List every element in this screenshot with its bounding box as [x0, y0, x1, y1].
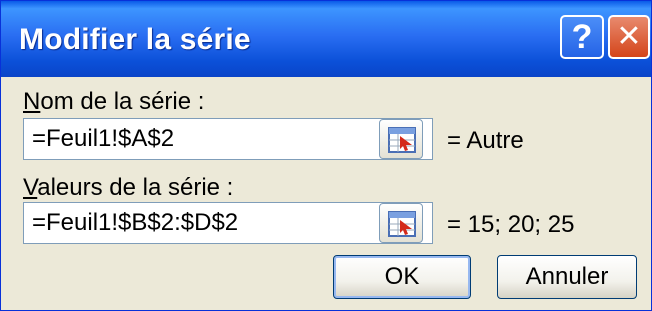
series-name-label-mnemonic: N: [23, 88, 41, 115]
collapse-dialog-icon: [388, 211, 416, 237]
help-button[interactable]: ?: [560, 15, 604, 59]
series-values-range-button[interactable]: [379, 203, 423, 243]
collapse-dialog-icon: [388, 127, 416, 153]
dialog-title: Modifier la série: [19, 23, 251, 56]
close-icon: ✕: [616, 20, 642, 53]
series-name-label-text: om de la série :: [40, 88, 205, 115]
series-values-label-mnemonic: V: [23, 174, 38, 201]
cancel-button[interactable]: Annuler: [497, 255, 637, 299]
series-name-value: =Feuil1!$A$2: [32, 125, 175, 152]
series-values-label-text: aleurs de la série :: [37, 174, 234, 201]
series-values-result: = 15; 20; 25: [447, 211, 575, 238]
series-values-input[interactable]: =Feuil1!$B$2:$D$2: [23, 202, 433, 244]
modify-series-dialog: Modifier la série ? ✕ Nom de la série : …: [0, 0, 652, 311]
series-name-label: Nom de la série :: [23, 88, 204, 116]
series-values-label: Valeurs de la série :: [23, 174, 233, 202]
series-name-result: = Autre: [447, 127, 524, 154]
help-icon: ?: [571, 18, 593, 56]
ok-button[interactable]: OK: [333, 255, 471, 299]
close-button[interactable]: ✕: [608, 15, 650, 59]
series-name-input[interactable]: =Feuil1!$A$2: [23, 118, 433, 160]
title-bar: Modifier la série ? ✕: [1, 1, 651, 77]
series-values-value: =Feuil1!$B$2:$D$2: [32, 209, 239, 236]
series-name-range-button[interactable]: [379, 119, 423, 159]
